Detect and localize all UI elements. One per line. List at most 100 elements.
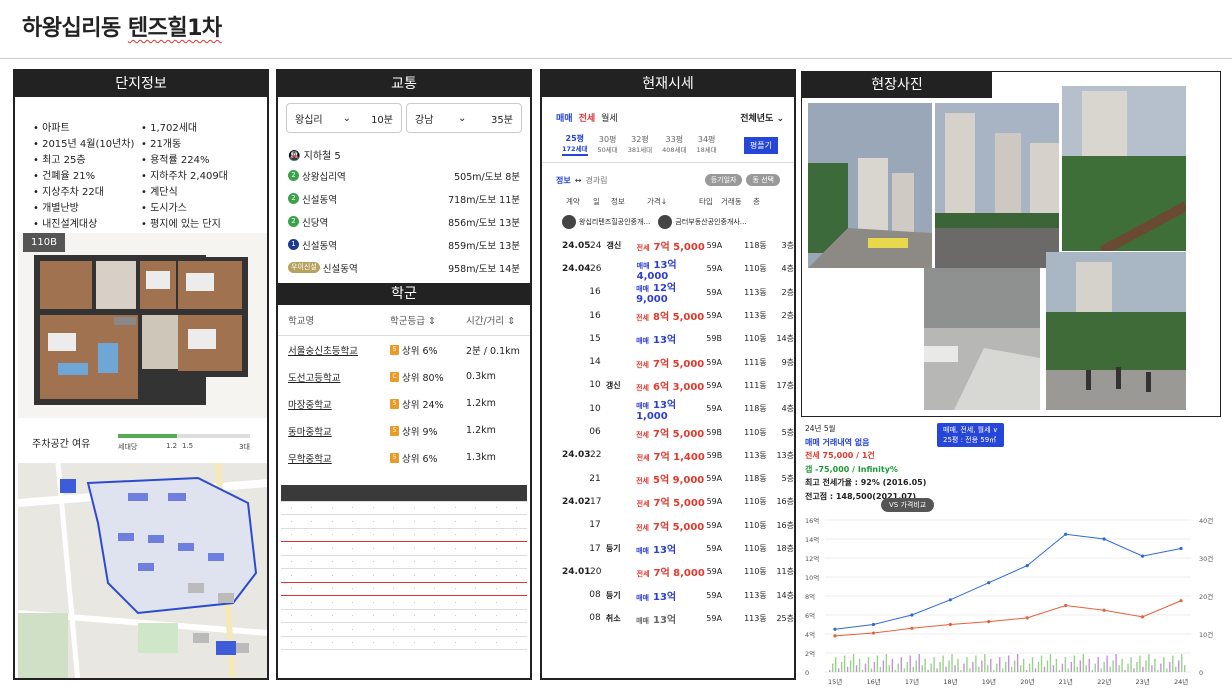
volume-bar — [903, 668, 905, 672]
tx-row[interactable]: 24.01 20 전세 7억 8,000 59A 110동 11층 — [542, 560, 794, 583]
tx-type: 59A — [706, 311, 722, 321]
panel-title: 단지정보 — [15, 71, 267, 97]
site-photo[interactable] — [808, 103, 932, 268]
volume-bar — [993, 670, 995, 672]
station-distance: 718m/도보 11분 — [448, 194, 520, 206]
tx-row[interactable]: 21 전세 5억 9,000 59A 118동 5층 — [542, 467, 794, 490]
volume-bar — [1148, 654, 1150, 672]
size-expand-button[interactable]: 평플기 — [743, 136, 778, 154]
site-photo[interactable] — [1062, 86, 1186, 251]
route-select-gangnam[interactable]: 강남 ⌄ 35분 — [406, 103, 522, 133]
volume-bar — [912, 666, 914, 672]
col-distance[interactable]: 시간/거리 ⇕ — [466, 313, 515, 327]
route-select-wangsimni[interactable]: 왕십리 ⌄ 10분 — [286, 103, 402, 133]
info-item: 도시가스 — [141, 199, 261, 214]
school-grade: 5 상위 6% — [390, 451, 466, 465]
volume-bar — [951, 654, 953, 672]
floorplan-image[interactable]: 110B — [18, 233, 267, 418]
station-row[interactable]: 1 신설동역 859m/도보 13분 — [278, 233, 530, 256]
school-link[interactable]: 무학중학교 — [288, 451, 390, 465]
info-item: 21개동 — [141, 135, 261, 150]
deal-type-selector[interactable]: 매매, 전세, 월세 ∨ 25평 : 전용 59㎡ — [937, 423, 1004, 447]
tab-monthly[interactable]: 월세 — [601, 111, 618, 124]
size-tab[interactable]: 25평 172세대 — [562, 134, 588, 156]
parking-bar-fill — [118, 434, 178, 438]
volume-bar — [1013, 660, 1016, 672]
agent-item[interactable]: 왕십리텐즈힐공인중개… — [562, 215, 650, 229]
tx-info: 등기 — [605, 544, 621, 553]
size-tab[interactable]: 30평 50세대 — [598, 135, 618, 155]
info-toggle[interactable]: 정보 — [556, 175, 571, 186]
school-link[interactable]: 마장중학교 — [288, 397, 390, 411]
line-badge-icon: 2 — [288, 170, 299, 181]
tab-jeonse[interactable]: 전세 — [579, 111, 596, 124]
complex-map[interactable] — [18, 463, 267, 678]
volume-bar — [1031, 657, 1034, 672]
tab-sale[interactable]: 매매 — [556, 111, 573, 124]
station-row[interactable]: 2 상왕십리역 505m/도보 8분 — [278, 164, 530, 187]
tx-row[interactable]: 14 전세 7억 5,000 59A 111동 9층 — [542, 350, 794, 373]
avatar — [658, 215, 673, 229]
tx-floor: 5층 — [781, 474, 795, 484]
info-item: 개별난방 — [33, 199, 141, 214]
tx-price: 전세 5억 9,000 — [636, 475, 705, 487]
site-photo[interactable] — [935, 103, 1059, 268]
volume-bar — [957, 658, 959, 672]
station-row[interactable]: 2 신당역 856m/도보 13분 — [278, 210, 530, 233]
table-row: · · · · · · · · · · · · — [281, 568, 527, 583]
y2-tick-label: 20건 — [1199, 592, 1213, 601]
tx-row[interactable]: 24.05 24 갱신 전세 7억 5,000 59A 118동 3층 — [542, 234, 794, 257]
tx-row[interactable]: 06 전세 7억 5,000 59B 110동 5층 — [542, 420, 794, 443]
site-photo[interactable] — [924, 268, 1040, 410]
tx-row[interactable]: 24.04 26 매매 13억 4,000 59A 110동 4층 — [542, 257, 794, 282]
size-tab[interactable]: 34평 18세대 — [697, 135, 717, 155]
col-price[interactable]: 가격↓ — [647, 196, 699, 207]
volume-bar — [1142, 666, 1144, 672]
tx-row[interactable]: 16 매매 12억 9,000 59A 113동 2층 — [542, 281, 794, 305]
tx-month: 24.02 — [562, 496, 591, 507]
tx-row[interactable]: 16 전세 8억 5,000 59A 113동 2층 — [542, 304, 794, 327]
tx-row[interactable]: 10 갱신 전세 6억 3,000 59A 111동 17층 — [542, 374, 794, 397]
volume-bar — [966, 657, 968, 672]
site-photo[interactable] — [1046, 252, 1186, 410]
station-row[interactable]: 우이신설 신설동역 958m/도보 14분 — [278, 256, 530, 279]
volume-bar — [1067, 668, 1070, 672]
tx-row[interactable]: 17 전세 7억 5,000 59A 110동 16층 — [542, 514, 794, 537]
volume-bar — [855, 665, 858, 672]
col-school-name[interactable]: 학교명 — [288, 313, 390, 327]
volume-bar — [924, 658, 926, 672]
volume-bar — [927, 670, 929, 672]
school-distance: 1.2km — [466, 425, 496, 436]
tx-row[interactable]: 10 매매 13억 1,000 59A 118동 4층 — [542, 397, 794, 422]
dong-chip[interactable]: 동 선택 — [746, 174, 780, 186]
history-toggle[interactable]: 경과림 — [585, 175, 607, 186]
tx-row[interactable]: 08 취소 매매 13억 59A 113동 25층 — [542, 607, 794, 630]
tx-row[interactable]: 17 등기 매매 13억 59A 110동 18층 — [542, 537, 794, 560]
tx-row[interactable]: 08 등기 매매 13억 59A 113동 14층 — [542, 583, 794, 606]
agent-item[interactable]: 금터부동산공인중개사… — [658, 215, 747, 229]
info-item: 내진설계대상 — [33, 215, 141, 230]
school-link[interactable]: 도선고등학교 — [288, 370, 390, 384]
tx-row[interactable]: 15 매매 13억 59B 110동 14층 — [542, 327, 794, 350]
volume-bar — [852, 654, 855, 672]
volume-bar — [1130, 657, 1132, 672]
volume-bar — [846, 666, 849, 672]
size-tab[interactable]: 33평 408세대 — [662, 135, 686, 155]
school-link[interactable]: 서울숭신초등학교 — [288, 343, 390, 357]
size-tab[interactable]: 32평 381세대 — [628, 135, 652, 155]
col-grade[interactable]: 학군등급 ⇕ — [390, 313, 466, 327]
vs-compare-button[interactable]: VS 가격비교 — [881, 498, 935, 512]
tx-row[interactable]: 24.03 22 전세 7억 1,400 59B 113동 13층 — [542, 444, 794, 467]
tx-dong: 110동 — [744, 334, 767, 344]
gap-summary: 갭 -75,000 / Infinity% — [805, 464, 898, 474]
data-point — [1025, 616, 1029, 620]
tx-row[interactable]: 24.02 17 전세 7억 5,000 59A 110동 16층 — [542, 490, 794, 513]
school-link[interactable]: 동마중학교 — [288, 424, 390, 438]
volume-bar — [1076, 666, 1079, 672]
line-badge-icon: 우이신설 — [288, 262, 320, 273]
tx-price: 전세 6억 3,000 — [636, 381, 705, 393]
period-select[interactable]: 전체년도 ⌄ — [740, 111, 784, 124]
station-row[interactable]: 2 신설동역 718m/도보 11분 — [278, 187, 530, 210]
station-name: 1 신설동역 — [288, 238, 337, 252]
date-chip[interactable]: 등기일자 — [704, 174, 743, 186]
